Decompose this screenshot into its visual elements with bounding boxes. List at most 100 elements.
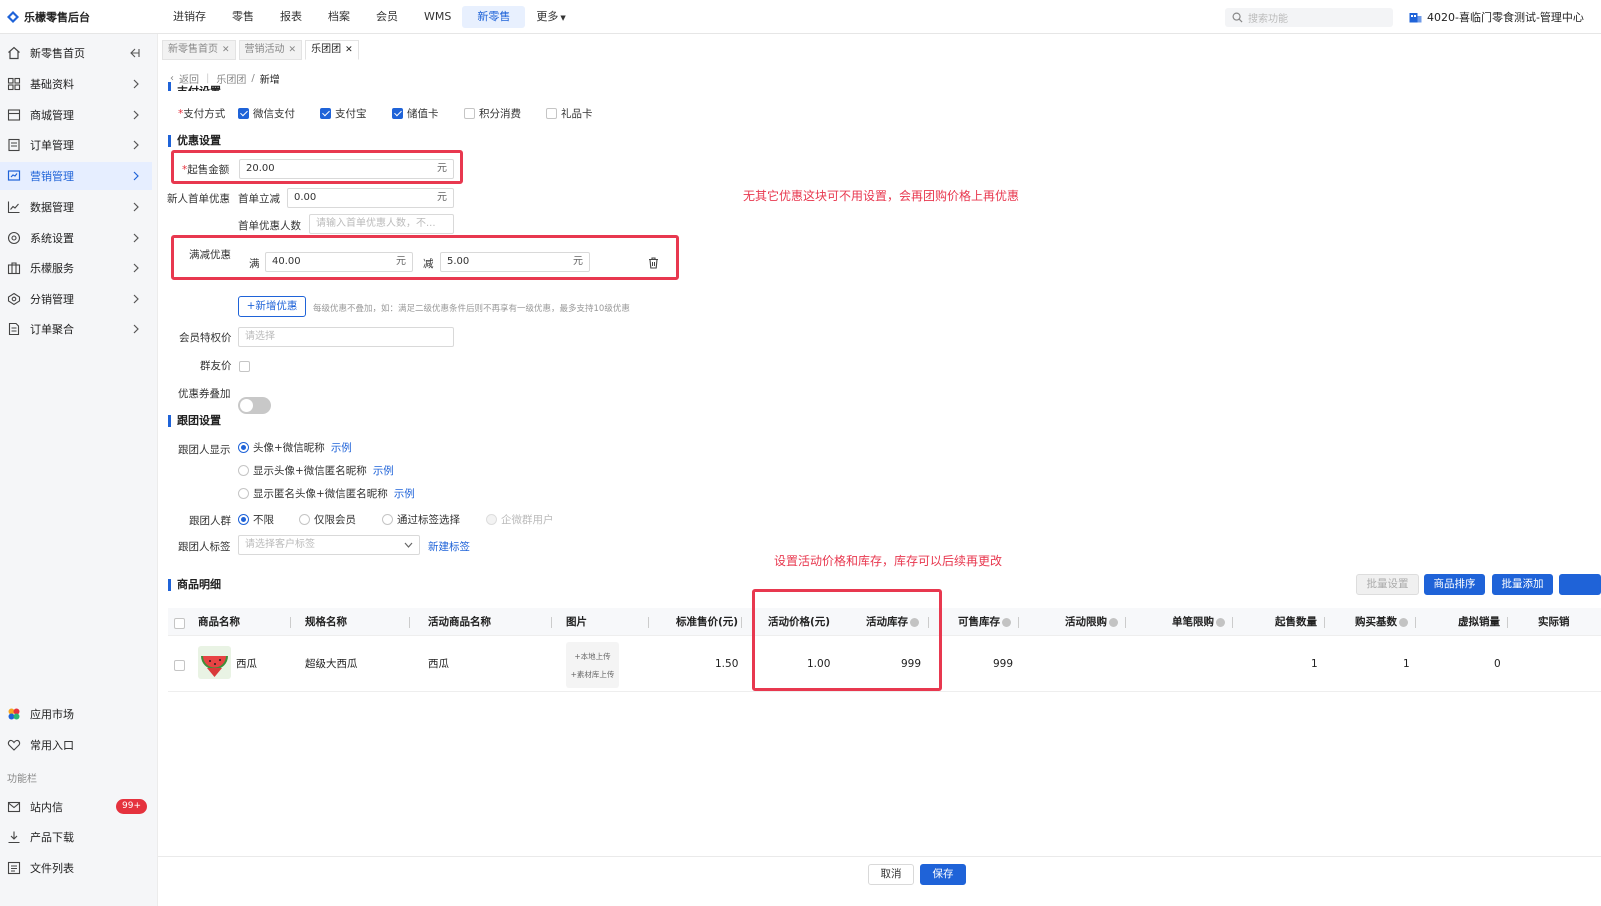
chevron-right-icon	[133, 110, 139, 120]
checkbox[interactable]	[464, 108, 475, 119]
coupon-stack-toggle[interactable]	[238, 397, 271, 414]
topnav-more[interactable]: 更多 ▼	[521, 6, 580, 28]
sidebar-item-label: 站内信	[30, 801, 63, 814]
payment-alipay[interactable]: 支付宝	[320, 106, 367, 121]
image-upload-box: +本地上传 +素材库上传	[566, 642, 619, 688]
checkbox[interactable]	[320, 108, 331, 119]
sidebar-item-app-market[interactable]: 应用市场	[0, 700, 152, 728]
collapse-icon[interactable]	[128, 47, 140, 59]
cancel-button[interactable]: 取消	[868, 864, 914, 885]
checkbox[interactable]	[546, 108, 557, 119]
tab-group-buy[interactable]: 乐团团 ✕	[305, 40, 359, 60]
col-single-limit: 单笔限购	[1172, 608, 1233, 636]
search-icon	[1232, 12, 1243, 23]
batch-settings-button[interactable]: 批量设置	[1356, 574, 1419, 595]
topnav-report[interactable]: 报表	[265, 6, 317, 28]
payment-wechat[interactable]: 微信支付	[238, 106, 295, 121]
app-logo[interactable]: 乐檬零售后台	[0, 0, 158, 34]
payment-points[interactable]: 积分消费	[464, 106, 521, 121]
sidebar-item-favorites[interactable]: 常用入口	[0, 731, 152, 759]
sidebar-item-basic-data[interactable]: 基础资料	[0, 70, 152, 98]
sidebar-item-data[interactable]: 数据管理	[0, 193, 152, 221]
help-icon[interactable]	[1002, 617, 1011, 627]
example-link[interactable]: 示例	[394, 486, 415, 501]
upload-library-button[interactable]: +素材库上传	[566, 669, 619, 680]
follower-tag-label: 跟团人标签	[178, 541, 231, 553]
batch-add-button[interactable]: 批量添加	[1492, 574, 1553, 595]
new-tag-link[interactable]: 新建标签	[428, 539, 470, 554]
topnav-wms[interactable]: WMS	[409, 6, 466, 28]
close-icon[interactable]: ✕	[345, 40, 353, 60]
crowd-option-tags[interactable]: 通过标签选择	[382, 512, 460, 527]
radio[interactable]	[382, 514, 393, 525]
more-actions-button[interactable]	[1559, 574, 1601, 595]
sidebar-item-settings[interactable]: 系统设置	[0, 224, 152, 252]
help-icon[interactable]	[1216, 617, 1225, 627]
radio[interactable]	[299, 514, 310, 525]
display-option-avatar-anon[interactable]: 显示头像+微信匿名昵称 示例	[238, 463, 394, 478]
col-sellable-stock: 可售库存	[958, 608, 1019, 636]
payment-stored-card[interactable]: 储值卡	[392, 106, 439, 121]
sidebar-item-order-aggregate[interactable]: 订单聚合	[0, 315, 152, 343]
cell-activity-name: 西瓜	[428, 658, 449, 670]
product-sort-button[interactable]: 商品排序	[1424, 574, 1485, 595]
tab-label: 乐团团	[311, 44, 342, 55]
row-checkbox[interactable]	[174, 659, 185, 671]
chevron-right-icon	[133, 79, 139, 89]
help-icon[interactable]	[1399, 617, 1408, 627]
payment-gift-card[interactable]: 礼品卡	[546, 106, 593, 121]
sidebar-item-messages[interactable]: 站内信 99+	[0, 793, 152, 821]
col-min-qty: 起售数量	[1275, 608, 1325, 636]
radio[interactable]	[238, 465, 249, 476]
tab-marketing[interactable]: 营销活动 ✕	[238, 40, 303, 60]
follower-tag-select[interactable]: 请选择客户标签	[238, 535, 420, 555]
display-option-avatar-nickname[interactable]: 头像+微信昵称 示例	[238, 440, 352, 455]
cell-virtual-sales: 0	[1494, 658, 1501, 670]
option-label: 储值卡	[407, 108, 439, 120]
first-count-input[interactable]: 请输入首单优惠人数，不...	[309, 214, 454, 234]
topnav-retail[interactable]: 零售	[217, 6, 269, 28]
sidebar-item-files[interactable]: 文件列表	[0, 854, 152, 882]
radio[interactable]	[238, 488, 249, 499]
radio[interactable]	[238, 442, 249, 453]
group-price-checkbox[interactable]	[239, 360, 250, 372]
option-label: 积分消费	[479, 108, 521, 120]
help-icon[interactable]	[1109, 617, 1118, 627]
sidebar-item-mall[interactable]: 商城管理	[0, 101, 152, 129]
add-discount-button[interactable]: +新增优惠	[238, 296, 306, 317]
sidebar-item-orders[interactable]: 订单管理	[0, 131, 152, 159]
upload-local-button[interactable]: +本地上传	[566, 651, 619, 662]
sidebar-item-label: 订单聚合	[30, 323, 74, 336]
display-option-anon-anon[interactable]: 显示匿名头像+微信匿名昵称 示例	[238, 486, 415, 501]
search-input[interactable]: 搜索功能	[1225, 8, 1393, 27]
select-all-checkbox[interactable]	[174, 617, 185, 629]
unread-badge: 99+	[116, 799, 147, 814]
checkbox[interactable]	[238, 108, 249, 119]
example-link[interactable]: 示例	[373, 463, 394, 478]
checkbox[interactable]	[392, 108, 403, 119]
col-label: 活动限购	[1065, 616, 1107, 628]
topnav-new-retail[interactable]: 新零售	[462, 5, 526, 28]
member-price-select[interactable]: 请选择	[238, 327, 454, 347]
save-button[interactable]: 保存	[920, 864, 966, 885]
topnav-jxc[interactable]: 进销存	[158, 6, 221, 28]
tab-new-retail-home[interactable]: 新零售首页 ✕	[162, 40, 236, 60]
topnav-archive[interactable]: 档案	[313, 6, 365, 28]
col-separator	[1415, 617, 1416, 628]
sidebar-item-marketing[interactable]: 营销管理	[0, 162, 152, 190]
close-icon[interactable]: ✕	[222, 40, 230, 60]
crowd-option-unlimited[interactable]: 不限	[238, 512, 274, 527]
sidebar-item-distribution[interactable]: 分销管理	[0, 285, 152, 313]
first-order-input[interactable]: 0.00 元	[287, 188, 454, 208]
close-icon[interactable]: ✕	[289, 40, 297, 60]
sidebar-item-service[interactable]: 乐檬服务	[0, 254, 152, 282]
example-link[interactable]: 示例	[331, 440, 352, 455]
sidebar-item-download[interactable]: 产品下载	[0, 823, 152, 851]
store-switcher[interactable]: 4020-喜临门零食测试-管理中心	[1409, 9, 1584, 25]
topnav-member[interactable]: 会员	[361, 6, 413, 28]
app-market-icon	[8, 708, 20, 720]
sidebar-item-home[interactable]: 新零售首页	[0, 39, 152, 67]
radio[interactable]	[238, 514, 249, 525]
sidebar-item-label: 新零售首页	[30, 47, 85, 60]
crowd-option-members[interactable]: 仅限会员	[299, 512, 356, 527]
